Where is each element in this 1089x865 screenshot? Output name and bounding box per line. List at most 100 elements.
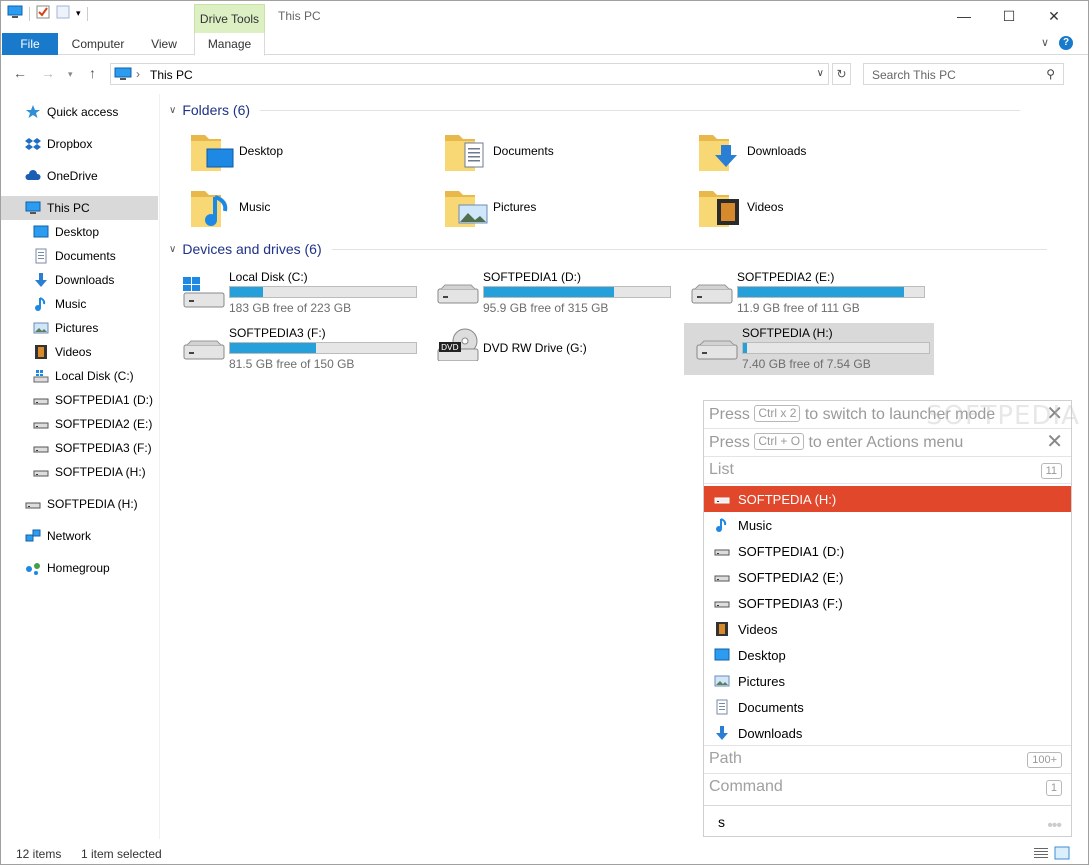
sidebar-item-local-disk-c[interactable]: Local Disk (C:) <box>1 364 158 388</box>
launcher-item-label: SOFTPEDIA3 (F:) <box>738 595 843 611</box>
sidebar-item-softpedia-h[interactable]: SOFTPEDIA (H:) <box>1 492 158 516</box>
sidebar-item-softpedia-h[interactable]: SOFTPEDIA (H:) <box>1 460 158 484</box>
help-icon[interactable]: ? <box>1059 36 1073 50</box>
sidebar-item-softpedia1-d[interactable]: SOFTPEDIA1 (D:) <box>1 388 158 412</box>
sidebar-item-this-pc[interactable]: This PC <box>1 196 158 220</box>
tab-view[interactable]: View <box>141 33 187 55</box>
homegroup-icon <box>25 560 41 576</box>
computer-icon[interactable] <box>7 5 23 22</box>
drive-local-disk-c[interactable]: Local Disk (C:) 183 GB free of 223 GB <box>171 267 421 319</box>
folder-documents[interactable]: Documents <box>429 129 679 177</box>
pane-divider[interactable] <box>159 94 160 839</box>
folder-icon <box>191 135 234 171</box>
customize-toolbar-icon[interactable]: ▾ <box>76 8 81 19</box>
quick-access-toolbar: ▾ <box>7 5 88 22</box>
minimize-button[interactable]: — <box>941 1 987 31</box>
sidebar-item-quick-access[interactable]: Quick access <box>1 100 158 124</box>
sidebar-item-pictures[interactable]: Pictures <box>1 316 158 340</box>
sidebar-item-network[interactable]: Network <box>1 524 158 548</box>
close-hint-icon[interactable]: ✕ <box>1046 429 1063 456</box>
more-options-icon[interactable]: ••• <box>1047 817 1062 835</box>
folder-downloads[interactable]: Downloads <box>683 129 933 177</box>
sidebar-item-label: SOFTPEDIA1 (D:) <box>55 393 154 407</box>
sidebar-item-videos[interactable]: Videos <box>1 340 158 364</box>
maximize-button[interactable]: ☐ <box>986 1 1032 31</box>
drive-softpedia2-e[interactable]: SOFTPEDIA2 (E:) 11.9 GB free of 111 GB <box>679 267 929 319</box>
recent-locations-button[interactable]: ▾ <box>68 69 73 80</box>
drive-label: SOFTPEDIA1 (D:) <box>483 270 582 284</box>
sidebar-item-label: OneDrive <box>47 169 98 183</box>
drives-group-header[interactable]: ∨ Devices and drives (6) <box>169 241 1047 257</box>
folder-videos[interactable]: Videos <box>683 185 933 233</box>
folders-group-header[interactable]: ∨ Folders (6) <box>169 102 1021 118</box>
documents-icon <box>33 248 49 264</box>
drive-softpedia-h[interactable]: SOFTPEDIA (H:) 7.40 GB free of 7.54 GB <box>684 323 934 375</box>
launcher-list-item[interactable]: SOFTPEDIA1 (D:) <box>704 538 1071 564</box>
drive-dvd-rw-drive-g[interactable]: DVD DVD RW Drive (G:) <box>425 323 675 375</box>
documents-icon <box>714 699 730 715</box>
new-folder-icon[interactable] <box>56 5 70 22</box>
tab-file[interactable]: File <box>2 33 58 55</box>
drive-usage-bar <box>229 286 417 298</box>
hint-text: Press <box>709 406 750 423</box>
drive-label: SOFTPEDIA (H:) <box>742 326 833 340</box>
drive-softpedia1-d[interactable]: SOFTPEDIA1 (D:) 95.9 GB free of 315 GB <box>425 267 675 319</box>
launcher-list-item[interactable]: Downloads <box>704 720 1071 746</box>
drive-label: Local Disk (C:) <box>229 270 308 284</box>
search-placeholder: Search This PC <box>872 68 956 82</box>
sidebar-item-label: Documents <box>55 249 116 263</box>
sidebar-item-onedrive[interactable]: OneDrive <box>1 164 158 188</box>
launcher-list-item[interactable]: SOFTPEDIA (H:) <box>704 486 1071 512</box>
properties-icon[interactable] <box>36 5 50 22</box>
path-section-header[interactable]: Path 100+ <box>704 745 1071 772</box>
sidebar-item-dropbox[interactable]: Dropbox <box>1 132 158 156</box>
up-button[interactable]: ↑ <box>89 65 96 81</box>
launcher-list-item[interactable]: Documents <box>704 694 1071 720</box>
star-icon <box>25 104 41 120</box>
launcher-list-item[interactable]: Music <box>704 512 1071 538</box>
sidebar-item-softpedia3-f[interactable]: SOFTPEDIA3 (F:) <box>1 436 158 460</box>
drive-free-space: 81.5 GB free of 150 GB <box>229 357 355 371</box>
folder-music[interactable]: Music <box>175 185 425 233</box>
details-view-icon[interactable] <box>1033 846 1049 863</box>
tab-computer[interactable]: Computer <box>64 33 132 55</box>
drive-icon <box>437 284 479 304</box>
tab-manage[interactable]: Manage <box>194 33 265 56</box>
breadcrumb-this-pc[interactable]: This PC <box>150 68 193 82</box>
sidebar-item-documents[interactable]: Documents <box>1 244 158 268</box>
sidebar-item-music[interactable]: Music <box>1 292 158 316</box>
launcher-list-item[interactable]: SOFTPEDIA3 (F:) <box>704 590 1071 616</box>
forward-button[interactable]: → <box>41 65 55 81</box>
address-bar[interactable]: › This PC ∨ <box>110 63 829 85</box>
sidebar-item-downloads[interactable]: Downloads <box>1 268 158 292</box>
collapse-chevron-icon[interactable]: ∨ <box>169 105 176 116</box>
search-input[interactable]: Search This PC ⚲ <box>863 63 1064 85</box>
sidebar-item-softpedia2-e[interactable]: SOFTPEDIA2 (E:) <box>1 412 158 436</box>
sidebar-item-label: SOFTPEDIA3 (F:) <box>55 441 152 455</box>
launcher-query-input[interactable]: s ••• <box>704 805 1071 837</box>
launcher-list-item[interactable]: Pictures <box>704 668 1071 694</box>
drive-label: SOFTPEDIA2 (E:) <box>737 270 835 284</box>
command-section-header[interactable]: Command 1 <box>704 773 1071 800</box>
item-count: 12 items <box>16 847 62 861</box>
collapse-chevron-icon[interactable]: ∨ <box>169 244 176 255</box>
back-button[interactable]: ← <box>13 65 27 81</box>
close-button[interactable]: ✕ <box>1031 1 1077 31</box>
address-dropdown-icon[interactable]: ∨ <box>817 68 824 79</box>
folder-icon <box>445 135 484 171</box>
refresh-button[interactable]: ↻ <box>832 63 851 85</box>
sidebar-item-desktop[interactable]: Desktop <box>1 220 158 244</box>
sidebar-item-homegroup[interactable]: Homegroup <box>1 556 158 580</box>
drive-label: SOFTPEDIA3 (F:) <box>229 326 326 340</box>
list-section-header[interactable]: List 11 <box>704 457 1071 484</box>
large-icons-view-icon[interactable] <box>1054 846 1070 863</box>
folder-desktop[interactable]: Desktop <box>175 129 425 177</box>
expand-ribbon-icon[interactable]: ∨ <box>1041 36 1049 49</box>
launcher-list-item[interactable]: Desktop <box>704 642 1071 668</box>
launcher-list-item[interactable]: SOFTPEDIA2 (E:) <box>704 564 1071 590</box>
drive-icon <box>691 284 733 304</box>
download-icon <box>33 272 49 288</box>
folder-pictures[interactable]: Pictures <box>429 185 679 233</box>
drive-softpedia3-f[interactable]: SOFTPEDIA3 (F:) 81.5 GB free of 150 GB <box>171 323 421 375</box>
launcher-list-item[interactable]: Videos <box>704 616 1071 642</box>
